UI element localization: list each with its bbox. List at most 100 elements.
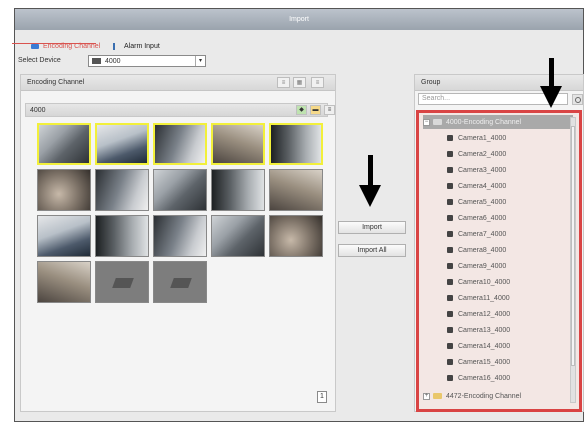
camera-thumbnail[interactable] — [95, 123, 149, 165]
offline-logo-icon — [170, 278, 192, 288]
camera-thumbnail[interactable] — [37, 123, 91, 165]
camera-label: Camera4_4000 — [458, 182, 507, 190]
camera-icon — [447, 295, 453, 301]
tab-label: Alarm Input — [124, 42, 160, 50]
tree-item-camera[interactable]: Camera7_4000 — [447, 227, 506, 241]
camera-thumbnail[interactable] — [95, 215, 149, 257]
highlight-box: − 4000-Encoding Channel Camera1_4000 Cam… — [416, 110, 582, 412]
camera-label: Camera2_4000 — [458, 150, 507, 158]
tab-encoding-channel[interactable]: Encoding Channel — [31, 39, 100, 53]
tree-item-camera[interactable]: Camera11_4000 — [447, 291, 510, 305]
folder-icon — [433, 119, 442, 125]
camera-thumbnail[interactable] — [269, 123, 323, 165]
tree-item-camera[interactable]: Camera5_4000 — [447, 195, 506, 209]
camera-icon — [447, 183, 453, 189]
camera-label: Camera15_4000 — [458, 358, 511, 366]
camera-icon — [447, 199, 453, 205]
tree-item-camera[interactable]: Camera6_4000 — [447, 211, 506, 225]
expand-icon[interactable]: + — [423, 392, 430, 400]
camera-icon — [447, 279, 453, 285]
camera-label: Camera7_4000 — [458, 230, 507, 238]
camera-icon — [447, 375, 453, 381]
tree-item-camera[interactable]: Camera10_4000 — [447, 275, 510, 289]
tree-item-camera[interactable]: Camera15_4000 — [447, 355, 510, 369]
camera-thumbnail[interactable] — [37, 261, 91, 303]
thumbnail-view-icon[interactable]: ▦ — [293, 77, 306, 88]
encoding-channel-panel: Encoding Channel ≡ ▦ ≡ 4000 ◆ ▬ ≡ 1 — [20, 74, 336, 412]
import-button[interactable]: Import — [338, 221, 406, 234]
collapse-icon[interactable]: − — [423, 118, 430, 126]
tree-item-camera[interactable]: Camera4_4000 — [447, 179, 506, 193]
camera-label: Camera8_4000 — [458, 246, 507, 254]
import-all-button[interactable]: Import All — [338, 244, 406, 257]
camera-thumbnail[interactable] — [211, 215, 265, 257]
camera-label: Camera14_4000 — [458, 342, 511, 350]
camera-icon — [447, 263, 453, 269]
camera-thumbnail-offline[interactable] — [153, 261, 207, 303]
camera-label: Camera12_4000 — [458, 310, 511, 318]
camera-label: Camera13_4000 — [458, 326, 511, 334]
device-name: 4000 — [30, 107, 46, 114]
camera-thumbnail[interactable] — [269, 169, 323, 211]
device-icon — [92, 58, 101, 64]
camera-icon — [447, 343, 453, 349]
camera-icon — [447, 151, 453, 157]
camera-label: Camera3_4000 — [458, 166, 507, 174]
tree-item-camera[interactable]: Camera16_4000 — [447, 371, 510, 385]
camera-thumbnail[interactable] — [211, 169, 265, 211]
active-tab-indicator — [12, 43, 96, 44]
camera-icon — [447, 135, 453, 141]
camera-icon — [447, 247, 453, 253]
camera-thumbnail-offline[interactable] — [95, 261, 149, 303]
tree-item-camera[interactable]: Camera8_4000 — [447, 243, 506, 257]
tree-root-label: 4000-Encoding Channel — [446, 118, 522, 126]
tree-root-4000[interactable]: − 4000-Encoding Channel — [423, 115, 573, 129]
camera-icon — [447, 311, 453, 317]
menu-icon[interactable]: ≡ — [311, 77, 324, 88]
tree-item-camera[interactable]: Camera9_4000 — [447, 259, 506, 273]
tree-item-camera[interactable]: Camera12_4000 — [447, 307, 510, 321]
folder-action-icon[interactable]: ▬ — [310, 105, 321, 115]
tree-item-camera[interactable]: Camera3_4000 — [447, 163, 506, 177]
camera-label: Camera16_4000 — [458, 374, 511, 382]
tree-item-camera[interactable]: Camera14_4000 — [447, 339, 510, 353]
refresh-icon[interactable]: ◆ — [296, 105, 307, 115]
camera-thumbnail[interactable] — [269, 215, 323, 257]
dialog-title: Import — [15, 9, 583, 30]
camera-icon — [447, 167, 453, 173]
scrollbar-thumb[interactable] — [571, 126, 575, 366]
tree-item-camera[interactable]: Camera1_4000 — [447, 131, 506, 145]
camera-thumbnail[interactable] — [153, 169, 207, 211]
camera-thumbnail[interactable] — [37, 215, 91, 257]
camera-thumbnail[interactable] — [153, 123, 207, 165]
folder-icon — [433, 393, 442, 399]
device-subheader: 4000 ◆ ▬ ≡ — [25, 103, 335, 117]
tab-alarm-input[interactable]: Alarm Input — [113, 39, 160, 53]
camera-label: Camera11_4000 — [458, 294, 510, 302]
camera-icon — [447, 327, 453, 333]
tree-group-4472[interactable]: + 4472-Encoding Channel — [423, 389, 521, 403]
offline-logo-icon — [112, 278, 134, 288]
tree-item-camera[interactable]: Camera2_4000 — [447, 147, 506, 161]
camera-thumbnail[interactable] — [211, 123, 265, 165]
search-icon[interactable] — [572, 94, 583, 105]
tab-bar: Encoding Channel Alarm Input — [15, 39, 583, 53]
panel-title: Encoding Channel — [27, 79, 85, 86]
tree-scrollbar[interactable] — [570, 117, 576, 403]
camera-label: Camera1_4000 — [458, 134, 507, 142]
device-select[interactable]: 4000 ▾ — [88, 55, 206, 67]
page-indicator[interactable]: 1 — [317, 391, 327, 403]
camera-label: Camera10_4000 — [458, 278, 511, 286]
camera-thumbnail[interactable] — [153, 215, 207, 257]
more-icon[interactable]: ≡ — [324, 105, 335, 115]
camera-thumbnail[interactable] — [95, 169, 149, 211]
camera-thumbnail[interactable] — [37, 169, 91, 211]
alarm-input-icon — [113, 42, 120, 50]
chevron-down-icon[interactable]: ▾ — [195, 56, 205, 66]
tree-item-camera[interactable]: Camera13_4000 — [447, 323, 510, 337]
tree-group-label: 4472-Encoding Channel — [446, 392, 522, 400]
camera-label: Camera6_4000 — [458, 214, 507, 222]
list-view-icon[interactable]: ≡ — [277, 77, 290, 88]
device-value: 4000 — [105, 57, 121, 65]
camera-label: Camera5_4000 — [458, 198, 507, 206]
